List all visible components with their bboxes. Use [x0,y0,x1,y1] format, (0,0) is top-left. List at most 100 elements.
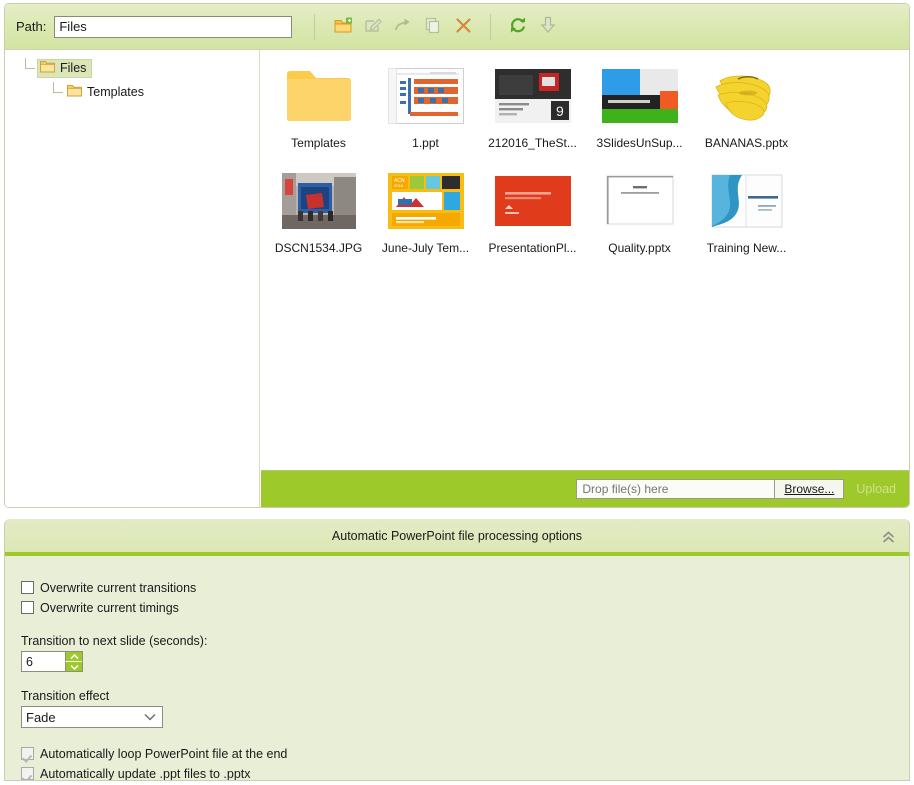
download-button[interactable] [533,13,563,41]
options-panel-body: Overwrite current transitions Overwrite … [5,556,909,781]
file-name: Quality.pptx [608,241,671,255]
file-item[interactable]: BANANAS.pptx [693,60,800,165]
transition-seconds-input[interactable] [22,652,65,671]
stepper-arrows [65,652,82,671]
browse-button[interactable]: Browse... [774,479,845,499]
presentation-thumbnail-icon [387,68,464,124]
file-name: 212016_TheSt... [488,136,577,150]
options-panel-header: Automatic PowerPoint file processing opt… [5,519,909,556]
file-item[interactable]: ACN 2016 June-July Tem... [372,165,479,270]
template-thumbnail-icon: ACN 2016 [387,173,464,229]
file-item[interactable]: 1.ppt [372,60,479,165]
refresh-icon [509,16,527,37]
file-manager-panel: Path: Files Files Templates Templates 1.… [4,3,910,508]
file-thumbnail [386,64,466,128]
close-icon [455,17,472,37]
file-name: Training New... [706,241,787,255]
file-thumbnail [707,64,787,128]
checkbox-auto-update-ppt-label: Automatically update .ppt files to .pptx [40,766,251,781]
toolbar-divider-1 [314,13,316,40]
path-input[interactable] [54,15,293,38]
file-thumbnail [600,64,680,128]
move-button[interactable] [388,13,418,41]
photo-thumbnail-icon [281,173,356,229]
tree-elbow [23,58,37,78]
tree-item-templates-label: Templates [87,85,144,99]
transition-effect-select[interactable]: Fade [21,706,163,728]
file-name: BANANAS.pptx [704,136,789,150]
file-item[interactable]: DSCN1534.JPG [265,165,372,270]
blank-document-thumbnail-icon [606,175,673,225]
bananas-thumbnail-icon [707,67,786,125]
file-item[interactable]: Quality.pptx [586,165,693,270]
file-thumbnail [279,169,359,233]
file-thumbnail [279,64,359,128]
files-grid: Templates 1.ppt 9 212016_TheSt... 3Slide… [261,50,909,469]
option-overwrite-timings[interactable]: Overwrite current timings [21,598,909,617]
upload-button[interactable]: Upload [844,482,900,496]
file-item[interactable]: 3SlidesUnSup... [586,60,693,165]
checkbox-overwrite-transitions[interactable] [21,581,34,594]
copy-icon [425,17,441,37]
file-item[interactable]: PresentationPl... [479,165,586,270]
checkbox-overwrite-timings-label: Overwrite current timings [40,600,179,615]
options-panel-title: Automatic PowerPoint file processing opt… [331,528,583,543]
file-manager-body: Files Templates Templates 1.ppt 9 212016… [5,50,909,507]
file-name: 3SlidesUnSup... [596,136,683,150]
curved-arrow-icon [394,17,412,37]
download-arrow-icon [540,16,556,37]
file-item[interactable]: Templates [265,60,372,165]
file-manager-toolbar: Path: [5,4,909,50]
refresh-button[interactable] [503,13,533,41]
upload-bar: Browse... Upload [261,470,909,507]
photo-thumbnail-icon: 9 [494,69,571,123]
transition-effect-label: Transition effect [21,689,110,703]
path-label: Path: [16,19,47,34]
file-item[interactable]: Training New... [693,165,800,270]
tree-item-files[interactable]: Files [37,58,93,78]
file-item[interactable]: 9 212016_TheSt... [479,60,586,165]
svg-text:2016: 2016 [394,183,404,188]
option-auto-update-ppt[interactable]: Automatically update .ppt files to .pptx [21,764,909,781]
transition-seconds-label: Transition to next slide (seconds): [21,634,208,648]
rename-icon [364,17,383,37]
stepper-down-icon[interactable] [65,661,82,671]
checkbox-overwrite-timings[interactable] [21,601,34,614]
file-name: Templates [291,136,346,150]
powerpoint-options-panel: Automatic PowerPoint file processing opt… [4,519,910,781]
file-name: PresentationPl... [488,241,577,255]
red-slide-thumbnail-icon [494,176,571,226]
file-thumbnail [600,169,680,233]
rename-button[interactable] [358,13,388,41]
checkbox-auto-update-ppt[interactable] [21,767,34,780]
checkbox-auto-loop-label: Automatically loop PowerPoint file at th… [40,746,288,761]
delete-button[interactable] [448,13,478,41]
toolbar-divider-2 [490,13,492,40]
checkbox-auto-loop[interactable] [21,747,34,760]
folder-icon [286,71,351,121]
option-overwrite-transitions[interactable]: Overwrite current transitions [21,578,909,597]
drop-files-input[interactable] [576,479,775,499]
tree-row-root: Files [23,58,259,78]
new-folder-button[interactable] [328,13,358,41]
folder-tree-pane: Files Templates [5,50,260,507]
svg-text:9: 9 [556,103,564,119]
transition-seconds-stepper[interactable] [21,651,83,672]
file-name: DSCN1534.JPG [274,241,363,255]
file-thumbnail [707,169,787,233]
checkbox-overwrite-transitions-label: Overwrite current transitions [40,580,197,595]
new-folder-icon [334,17,353,37]
tree-item-files-label: Files [60,61,87,75]
folder-icon [40,60,55,76]
stepper-up-icon[interactable] [65,652,82,661]
blue-wave-thumbnail-icon [711,174,782,228]
tree-elbow [51,82,65,102]
copy-button[interactable] [418,13,448,41]
file-thumbnail: ACN 2016 [386,169,466,233]
option-auto-loop[interactable]: Automatically loop PowerPoint file at th… [21,744,909,763]
tree-item-templates[interactable]: Templates [65,83,149,102]
chevron-double-up-icon[interactable] [879,528,897,546]
chevron-down-icon [143,711,157,726]
tree-row-child: Templates [23,82,259,102]
